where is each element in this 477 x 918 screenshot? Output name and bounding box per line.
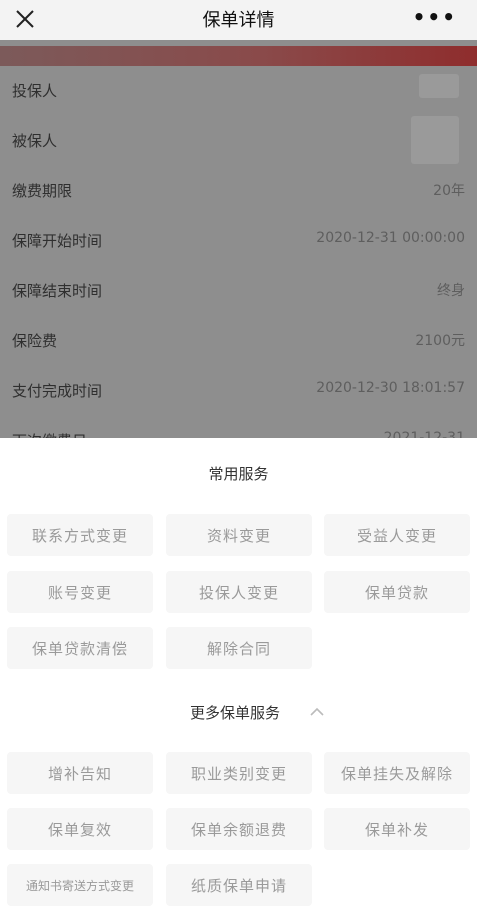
detail-label: 下次缴费日	[12, 430, 87, 438]
service-account-change-button[interactable]: 账号变更	[7, 571, 153, 613]
masked-value	[419, 74, 459, 98]
service-balance-refund-button[interactable]: 保单余额退费	[166, 808, 312, 850]
detail-row-payment-time: 支付完成时间 2020-12-30 18:01:57	[0, 366, 477, 416]
chevron-up-icon	[310, 707, 324, 716]
service-reinstatement-button[interactable]: 保单复效	[7, 808, 153, 850]
detail-label: 支付完成时间	[12, 382, 103, 400]
detail-label: 被保人	[12, 132, 58, 150]
detail-label: 保障开始时间	[12, 232, 103, 250]
detail-label: 缴费期限	[12, 182, 73, 200]
detail-row-next-payment: 下次缴费日 2021-12-31	[0, 416, 477, 438]
service-paper-policy-request-button[interactable]: 纸质保单申请	[166, 864, 312, 906]
detail-value: 20年	[433, 183, 465, 199]
service-terminate-contract-button[interactable]: 解除合同	[166, 627, 312, 669]
detail-row-policyholder: 投保人	[0, 66, 477, 116]
more-options-icon[interactable]: •••	[413, 5, 457, 29]
detail-value: 2100元	[415, 333, 465, 349]
navbar: 保单详情 •••	[0, 0, 477, 40]
service-beneficiary-change-button[interactable]: 受益人变更	[324, 514, 470, 556]
detail-row-coverage-end: 保障结束时间 终身	[0, 266, 477, 316]
more-services-title: 更多保单服务	[190, 704, 281, 722]
common-services-title: 常用服务	[208, 465, 269, 483]
service-loan-repayment-button[interactable]: 保单贷款清偿	[7, 627, 153, 669]
policy-detail-overlay: 投保人 被保人 缴费期限 20年 保障开始时间 2020-12-31 00:00…	[0, 40, 477, 438]
service-info-change-button[interactable]: 资料变更	[166, 514, 312, 556]
service-policy-loan-button[interactable]: 保单贷款	[324, 571, 470, 613]
detail-row-coverage-start: 保障开始时间 2020-12-31 00:00:00	[0, 216, 477, 266]
detail-row-insured: 被保人	[0, 116, 477, 166]
detail-row-premium: 保险费 2100元	[0, 316, 477, 366]
more-services-toggle[interactable]: 更多保单服务	[0, 702, 477, 726]
detail-value: 2020-12-30 18:01:57	[316, 380, 465, 396]
detail-label: 保障结束时间	[12, 282, 103, 300]
service-policyholder-change-button[interactable]: 投保人变更	[166, 571, 312, 613]
detail-row-payment-term: 缴费期限 20年	[0, 166, 477, 216]
service-supplementary-notice-button[interactable]: 增补告知	[7, 752, 153, 794]
masked-value	[411, 116, 459, 164]
detail-value: 2021-12-31	[383, 430, 465, 438]
service-policy-reissue-button[interactable]: 保单补发	[324, 808, 470, 850]
service-loss-report-button[interactable]: 保单挂失及解除	[324, 752, 470, 794]
page-title: 保单详情	[202, 10, 275, 31]
detail-value: 2020-12-31 00:00:00	[316, 230, 465, 246]
service-occupation-change-button[interactable]: 职业类别变更	[166, 752, 312, 794]
detail-label: 投保人	[12, 82, 58, 100]
detail-value: 终身	[437, 283, 465, 299]
service-notice-delivery-change-button[interactable]: 通知书寄送方式变更	[7, 864, 153, 906]
detail-label: 保险费	[12, 332, 58, 350]
service-contact-change-button[interactable]: 联系方式变更	[7, 514, 153, 556]
header-banner	[0, 46, 477, 66]
